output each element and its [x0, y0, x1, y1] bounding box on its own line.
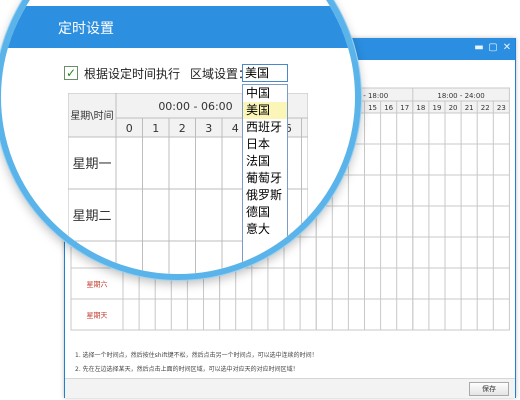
- dialog-footer: 保存: [65, 378, 515, 398]
- hint-line-1: 1. 选择一个时间点，然后按住shift键不松，然后点击另一个时间点，可以选中连…: [75, 352, 318, 359]
- corner-label: 星期\时间: [70, 109, 113, 122]
- hour-label: 22: [481, 104, 490, 112]
- enable-schedule-label: 根据设定时间执行: [84, 67, 181, 81]
- day-label[interactable]: 星期天: [87, 312, 108, 320]
- time-range-header: 18:00 - 24:00: [437, 92, 484, 100]
- magnified-titlebar: 定时设置: [6, 6, 355, 48]
- hour-label: 16: [384, 104, 393, 112]
- region-option[interactable]: 俄罗斯: [243, 187, 287, 204]
- hour-label: 17: [400, 104, 409, 112]
- day-label[interactable]: 星期三: [72, 261, 111, 276]
- day-label[interactable]: 星期二: [72, 209, 111, 224]
- region-option[interactable]: 意大: [243, 221, 287, 238]
- magnified-region: 定时设置 ✓ 根据设定时间执行 区域设置： 美国 星期\时间 00:00 - 06…: [6, 6, 355, 276]
- hour-label: 23: [497, 104, 506, 112]
- enable-schedule-checkbox[interactable]: ✓: [64, 66, 78, 80]
- hour-label: 18: [416, 104, 425, 112]
- hint-line-2: 2. 先在左边选择某天，然后点击上面的时间区域，可以选中对应天的对应时间区域！: [75, 366, 299, 373]
- magnifier-lens: 定时设置 ✓ 根据设定时间执行 区域设置： 美国 星期\时间 00:00 - 06…: [0, 0, 361, 280]
- region-option[interactable]: 日本: [243, 136, 287, 153]
- hour-label[interactable]: 3: [205, 122, 212, 135]
- save-button[interactable]: 保存: [469, 382, 509, 396]
- hour-label[interactable]: 1: [152, 122, 159, 135]
- day-label[interactable]: 星期一: [72, 157, 111, 172]
- hour-label: 15: [368, 104, 377, 112]
- hour-label[interactable]: 0: [126, 122, 133, 135]
- day-label[interactable]: 星期六: [87, 280, 108, 289]
- hour-label[interactable]: 2: [179, 122, 186, 135]
- region-option[interactable]: 德国: [243, 204, 287, 221]
- region-option[interactable]: 中国: [243, 85, 287, 102]
- region-option[interactable]: 法国: [243, 153, 287, 170]
- region-option[interactable]: 西班牙: [243, 119, 287, 136]
- window-title: 定时设置: [58, 21, 114, 37]
- region-label: 区域设置：: [190, 67, 251, 81]
- hour-label[interactable]: 4: [232, 122, 239, 135]
- region-select[interactable]: 美国: [242, 64, 288, 82]
- hour-label: 20: [449, 104, 458, 112]
- time-range-header[interactable]: 00:00 - 06:00: [158, 100, 232, 113]
- hour-label: 21: [465, 104, 474, 112]
- region-option[interactable]: 美国: [243, 102, 287, 119]
- hour-label: 19: [432, 104, 441, 112]
- region-option[interactable]: 葡萄牙: [243, 170, 287, 187]
- region-dropdown-list[interactable]: 中国 美国 西班牙 日本 法国 葡萄牙 俄罗斯 德国 意大: [242, 84, 288, 274]
